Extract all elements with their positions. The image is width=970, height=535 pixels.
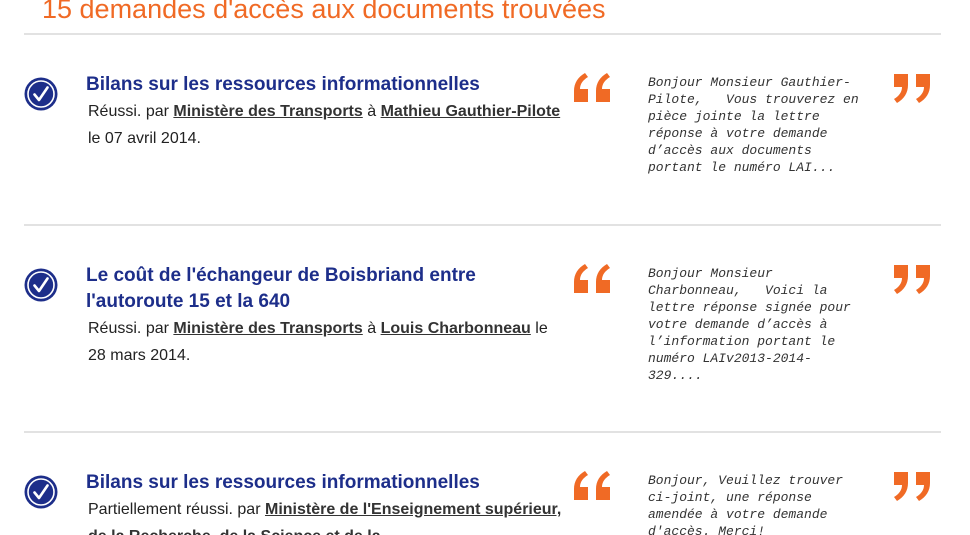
result-title-link[interactable]: Le coût de l'échangeur de Boisbriand ent…	[86, 263, 566, 315]
response-excerpt: Bonjour Monsieur Gauthier- Pilote, Vous …	[648, 75, 859, 175]
status-text: Partiellement réussi.	[88, 501, 233, 518]
by-text: par	[145, 320, 169, 337]
organization-link[interactable]: Ministère des Transports	[173, 320, 362, 337]
results-count-title: 15 demandes d'accès aux documents trouvé…	[42, 0, 606, 24]
result-meta: Partiellement réussi. par Ministère de l…	[88, 496, 566, 535]
result-info: Bilans sur les ressources informationnel…	[86, 72, 566, 152]
by-text: par	[237, 501, 261, 518]
result-item: Bilans sur les ressources informationnel…	[0, 72, 970, 262]
status-text: Réussi.	[88, 320, 142, 337]
result-title-link[interactable]: Bilans sur les ressources informationnel…	[86, 72, 566, 98]
quote-open-icon	[574, 264, 610, 293]
checkmark-circle-icon	[24, 77, 58, 111]
divider	[24, 224, 941, 226]
quote-close-icon	[894, 74, 930, 103]
to-text: à	[367, 103, 377, 120]
result-item: Bilans sur les ressources informationnel…	[0, 470, 970, 535]
response-excerpt: Bonjour, Veuillez trouver ci-joint, une …	[648, 473, 844, 535]
quote-close-icon	[894, 472, 930, 501]
organization-link[interactable]: Ministère des Transports	[173, 103, 362, 120]
results-page: 15 demandes d'accès aux documents trouvé…	[0, 0, 970, 535]
response-excerpt: Bonjour Monsieur Charbonneau, Voici la l…	[648, 266, 851, 383]
checkmark-circle-icon	[24, 268, 58, 302]
divider	[24, 33, 941, 35]
result-info: Bilans sur les ressources informationnel…	[86, 470, 566, 535]
quote-open-icon	[574, 471, 610, 500]
checkmark-circle-icon	[24, 475, 58, 509]
result-meta: Réussi. par Ministère des Transports à L…	[88, 315, 566, 369]
quote-close-icon	[894, 265, 930, 294]
requester-link[interactable]: Mathieu Gauthier-Pilote	[381, 103, 561, 120]
quote-open-icon	[574, 73, 610, 102]
result-title-link[interactable]: Bilans sur les ressources informationnel…	[86, 470, 566, 496]
result-item: Le coût de l'échangeur de Boisbriand ent…	[0, 263, 970, 453]
date-text: le 07 avril 2014.	[88, 130, 201, 147]
by-text: par	[145, 103, 169, 120]
divider	[24, 431, 941, 433]
to-text: à	[367, 320, 377, 337]
result-meta: Réussi. par Ministère des Transports à M…	[88, 98, 566, 152]
status-text: Réussi.	[88, 103, 142, 120]
requester-link[interactable]: Louis Charbonneau	[381, 320, 531, 337]
result-info: Le coût de l'échangeur de Boisbriand ent…	[86, 263, 566, 369]
